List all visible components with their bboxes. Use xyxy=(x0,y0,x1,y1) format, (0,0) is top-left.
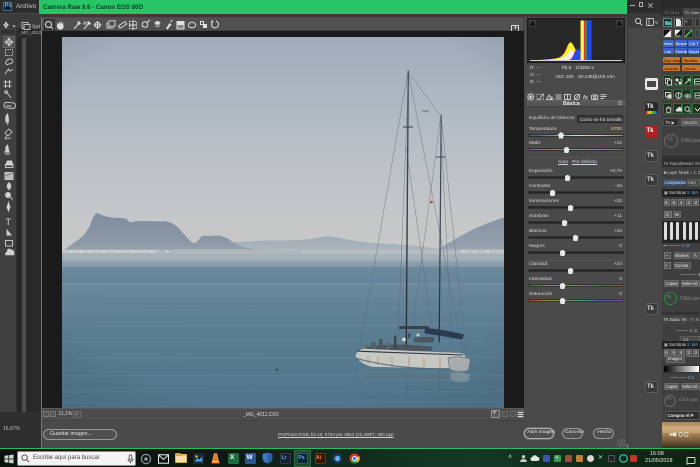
svg-text:Sel: Sel xyxy=(32,25,40,31)
svg-text:T: T xyxy=(6,217,12,227)
